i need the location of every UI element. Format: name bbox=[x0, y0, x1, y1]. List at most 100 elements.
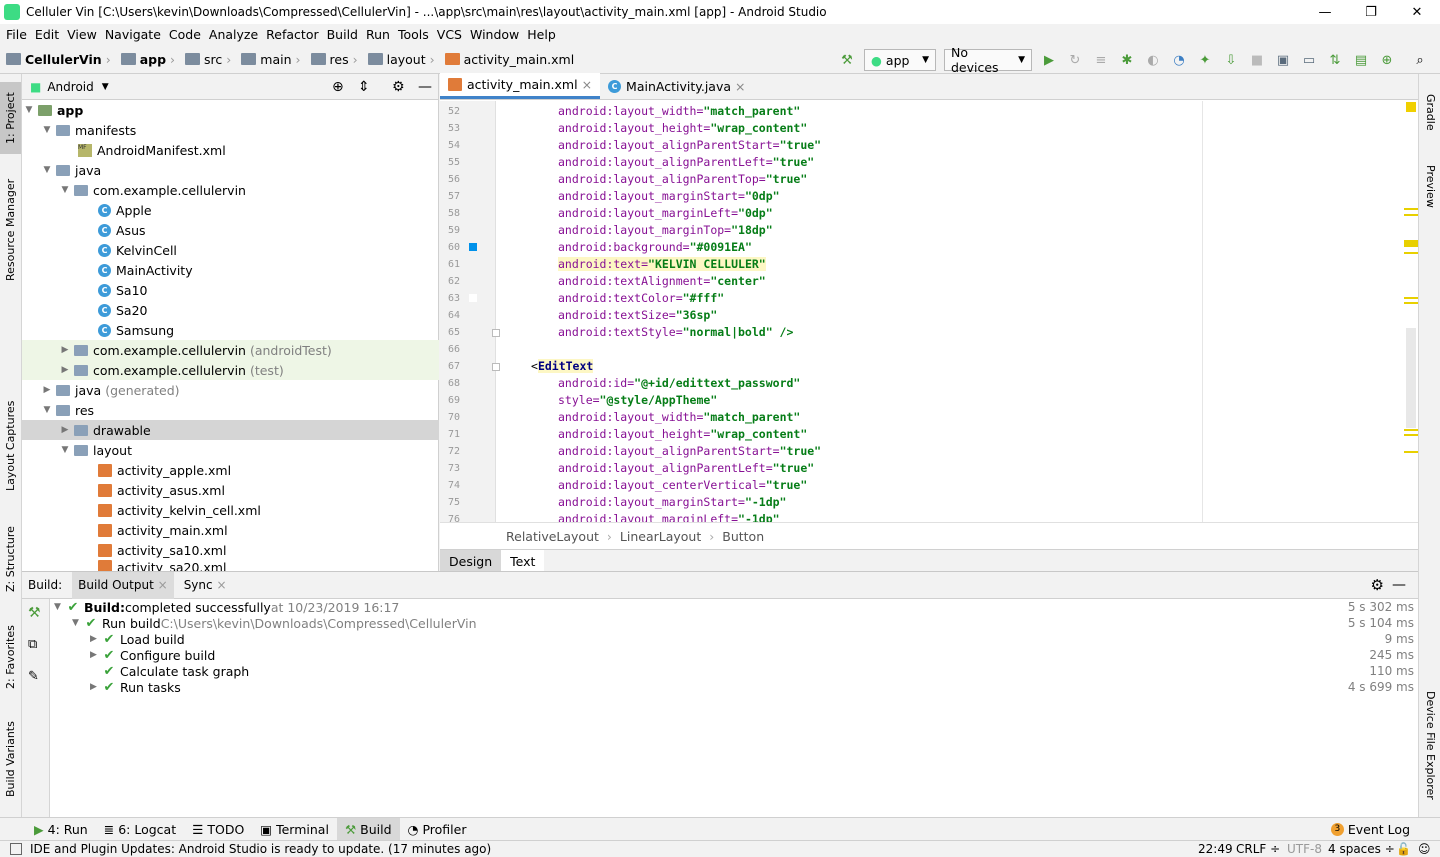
menu-edit[interactable]: Edit bbox=[31, 27, 63, 42]
tree-item-class[interactable]: C MainActivity bbox=[22, 260, 439, 280]
line-separator[interactable]: CRLF ÷ bbox=[1236, 842, 1280, 856]
tab-text[interactable]: Text bbox=[501, 550, 545, 572]
tree-item-layout-file[interactable]: activity_sa20.xml bbox=[22, 560, 439, 571]
status-message[interactable]: IDE and Plugin Updates: Android Studio i… bbox=[30, 842, 491, 856]
tree-item-layout-file[interactable]: activity_apple.xml bbox=[22, 460, 439, 480]
menu-vcs[interactable]: VCS bbox=[433, 27, 466, 42]
tree-item-package-androidtest[interactable]: ▶ com.example.cellulervin (androidTest) bbox=[22, 340, 439, 360]
tree-item-res[interactable]: ▼ res bbox=[22, 400, 439, 420]
tab-project[interactable]: 1: Project bbox=[0, 82, 21, 154]
menu-file[interactable]: File bbox=[2, 27, 31, 42]
error-stripe-mark[interactable] bbox=[1404, 208, 1418, 210]
menu-tools[interactable]: Tools bbox=[394, 27, 433, 42]
gear-icon[interactable]: ⚙ bbox=[392, 79, 405, 95]
editor-scrollbar[interactable] bbox=[1406, 328, 1416, 428]
tree-item-package[interactable]: ▼ com.example.cellulervin bbox=[22, 180, 439, 200]
hammer-icon[interactable]: ⚒ bbox=[839, 52, 855, 68]
tab-structure[interactable]: Z: Structure bbox=[0, 520, 21, 598]
tab-logcat[interactable]: ≣ 6: Logcat bbox=[96, 818, 184, 841]
code-area[interactable]: android:layout_width="match_parent" andro… bbox=[497, 101, 1187, 522]
menu-code[interactable]: Code bbox=[165, 27, 205, 42]
profile-icon[interactable]: ◔ bbox=[1171, 52, 1187, 68]
tool-windows-icon[interactable] bbox=[10, 843, 22, 855]
tab-profiler[interactable]: ◔ Profiler bbox=[400, 818, 475, 841]
avd-manager-icon[interactable]: ▭ bbox=[1301, 52, 1317, 68]
locate-icon[interactable]: ⊕ bbox=[332, 79, 344, 95]
tree-item-class[interactable]: C Sa20 bbox=[22, 300, 439, 320]
toggle-view-icon[interactable]: ⧉ bbox=[28, 637, 37, 652]
menu-refactor[interactable]: Refactor bbox=[262, 27, 322, 42]
caret-position[interactable]: 22:49 bbox=[1198, 842, 1233, 856]
tree-item-class[interactable]: C KelvinCell bbox=[22, 240, 439, 260]
tree-item-layout-file[interactable]: activity_kelvin_cell.xml bbox=[22, 500, 439, 520]
tree-item-class[interactable]: C Sa10 bbox=[22, 280, 439, 300]
stop-icon[interactable]: ■ bbox=[1249, 52, 1265, 68]
tab-build-output[interactable]: Build Output × bbox=[72, 571, 174, 599]
error-stripe-mark[interactable] bbox=[1404, 451, 1418, 453]
device-select[interactable]: No devices ▼ bbox=[944, 45, 1032, 75]
run-config-select[interactable]: ● app ▼ bbox=[864, 49, 936, 71]
tree-item-class[interactable]: C Asus bbox=[22, 220, 439, 240]
build-row[interactable]: ▶ ✔ Run tasks 4 s 699 ms bbox=[50, 679, 1418, 695]
sdk-manager-icon[interactable]: ⇅ bbox=[1327, 52, 1343, 68]
tab-gradle[interactable]: Gradle bbox=[1420, 82, 1440, 142]
crumb-file[interactable]: activity_main.xml bbox=[439, 52, 574, 67]
error-stripe-mark[interactable] bbox=[1404, 434, 1418, 436]
hide-icon[interactable]: — bbox=[418, 79, 432, 95]
menu-build[interactable]: Build bbox=[323, 27, 362, 42]
tab-run[interactable]: ▶ 4: Run bbox=[26, 818, 96, 841]
menu-view[interactable]: View bbox=[63, 27, 101, 42]
search-icon[interactable]: ⌕ bbox=[1412, 52, 1428, 68]
notifications-icon[interactable]: ☺ bbox=[1418, 842, 1431, 856]
file-encoding[interactable]: UTF-8 bbox=[1287, 842, 1322, 856]
tab-activity-main-xml[interactable]: activity_main.xml × bbox=[440, 73, 601, 99]
menu-window[interactable]: Window bbox=[466, 27, 523, 42]
debug-icon[interactable]: ✱ bbox=[1119, 52, 1135, 68]
tab-terminal[interactable]: ▣ Terminal bbox=[252, 818, 337, 841]
close-icon[interactable]: × bbox=[158, 578, 168, 592]
tree-item-java-generated[interactable]: ▶ java (generated) bbox=[22, 380, 439, 400]
error-stripe-mark[interactable] bbox=[1404, 297, 1418, 299]
tree-item-layout-file[interactable]: activity_sa10.xml bbox=[22, 540, 439, 560]
menu-analyze[interactable]: Analyze bbox=[205, 27, 262, 42]
maximize-button[interactable]: ❐ bbox=[1348, 0, 1394, 24]
close-icon[interactable]: × bbox=[216, 578, 226, 592]
tree-item-drawable[interactable]: ▶ drawable bbox=[22, 420, 439, 440]
tree-item-manifests[interactable]: ▼ manifests bbox=[22, 120, 439, 140]
tree-item-class[interactable]: C Samsung bbox=[22, 320, 439, 340]
tab-device-file-explorer[interactable]: Device File Explorer bbox=[1420, 686, 1440, 804]
tab-main-activity-java[interactable]: C MainActivity.java × bbox=[600, 73, 753, 99]
tree-item-manifest-file[interactable]: MF AndroidManifest.xml bbox=[22, 140, 439, 160]
indent-setting[interactable]: 4 spaces ÷ bbox=[1328, 842, 1395, 856]
menu-help[interactable]: Help bbox=[523, 27, 560, 42]
build-row[interactable]: ▶ ✔ Configure build 245 ms bbox=[50, 647, 1418, 663]
menu-run[interactable]: Run bbox=[362, 27, 394, 42]
apply-code-icon[interactable]: ≡ bbox=[1093, 52, 1109, 68]
crumb-res[interactable]: res › bbox=[305, 52, 358, 67]
run-coverage-icon[interactable]: ✦ bbox=[1197, 52, 1213, 68]
tab-favorites[interactable]: 2: Favorites bbox=[0, 616, 21, 698]
tab-build[interactable]: ⚒ Build bbox=[336, 817, 400, 841]
tree-item-app[interactable]: ▼ app bbox=[22, 100, 439, 120]
xml-crumb-relativelayout[interactable]: RelativeLayout bbox=[506, 529, 599, 544]
crumb-main[interactable]: main › bbox=[235, 52, 301, 67]
gear-icon[interactable]: ⚙ bbox=[1371, 576, 1384, 594]
crumb-layout[interactable]: layout › bbox=[362, 52, 435, 67]
apply-changes-icon[interactable]: ↻ bbox=[1067, 52, 1083, 68]
tab-preview[interactable]: Preview bbox=[1420, 156, 1440, 216]
color-swatch-icon[interactable] bbox=[469, 243, 477, 251]
collapse-icon[interactable]: ⇕ bbox=[358, 79, 370, 95]
tab-layout-captures[interactable]: Layout Captures bbox=[0, 396, 21, 496]
project-structure-icon[interactable]: ▣ bbox=[1275, 52, 1291, 68]
layout-inspector-icon[interactable]: ⊕ bbox=[1379, 52, 1395, 68]
tab-sync[interactable]: Sync × bbox=[184, 578, 227, 592]
hammer-icon[interactable]: ⚒ bbox=[28, 605, 41, 621]
error-stripe-mark[interactable] bbox=[1404, 214, 1418, 216]
tab-build-variants[interactable]: Build Variants bbox=[0, 714, 21, 804]
close-icon[interactable]: × bbox=[582, 77, 592, 92]
crumb-project[interactable]: CellulerVin › bbox=[0, 52, 111, 67]
project-view-select[interactable]: Android bbox=[47, 80, 93, 94]
error-stripe-mark[interactable] bbox=[1404, 252, 1418, 254]
run-icon[interactable]: ▶ bbox=[1041, 52, 1057, 68]
tree-item-layout-file[interactable]: activity_main.xml bbox=[22, 520, 439, 540]
